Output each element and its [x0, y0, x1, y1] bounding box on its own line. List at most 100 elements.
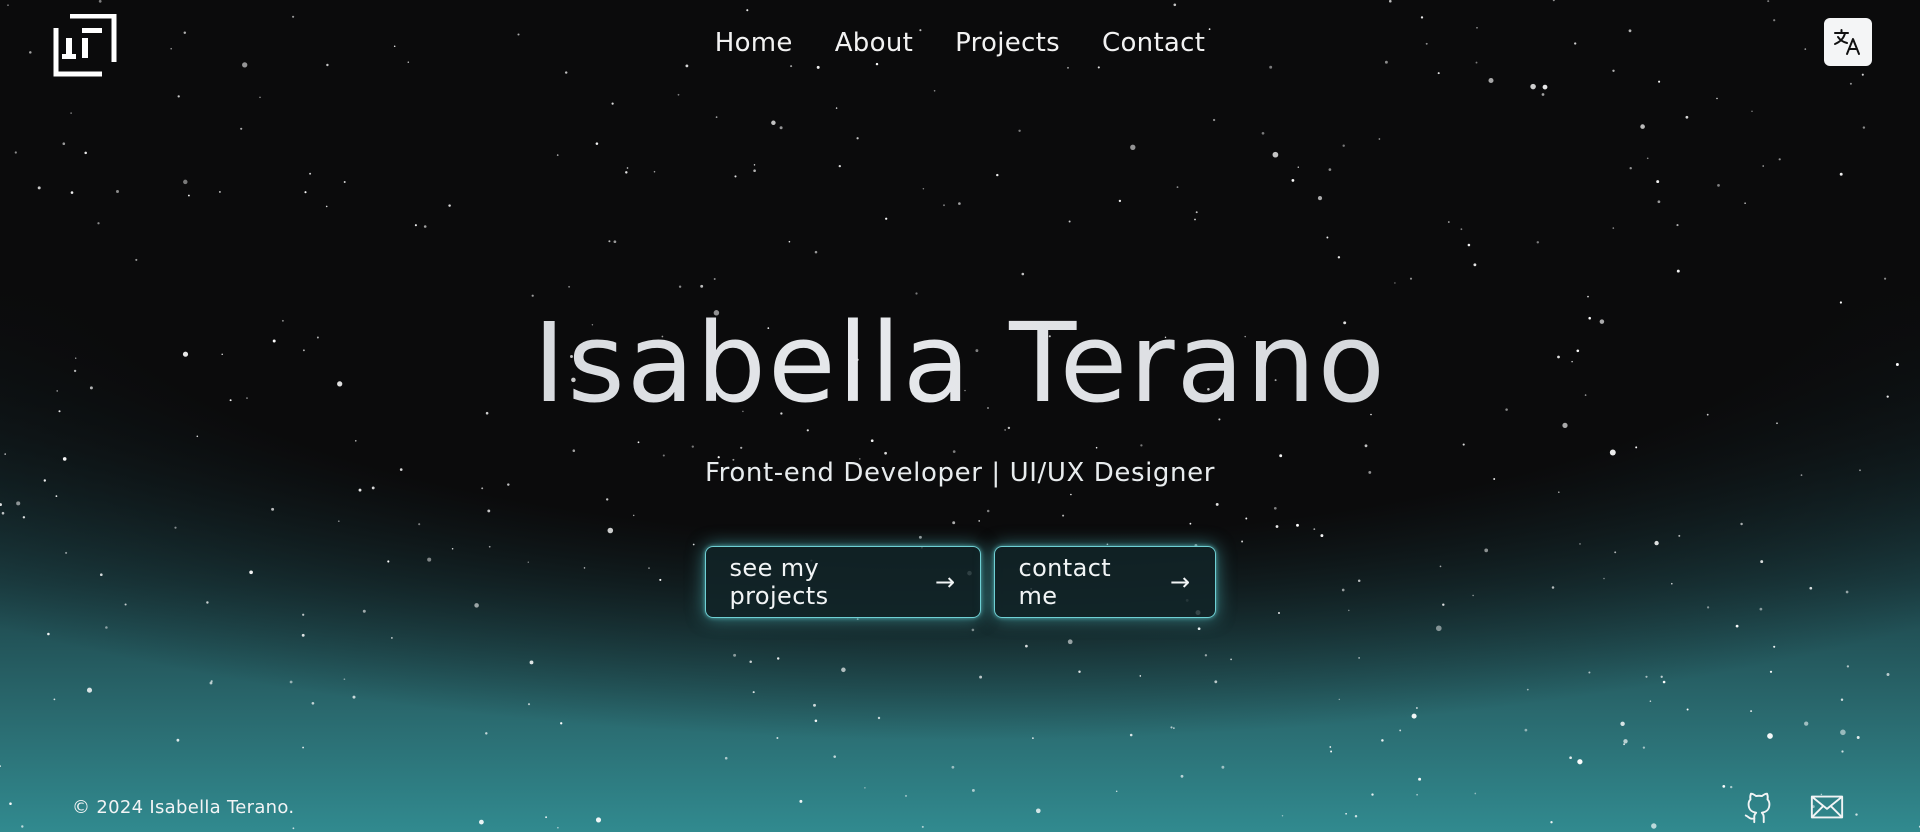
- star: [1106, 543, 1109, 546]
- star: [678, 285, 682, 288]
- nav-contact-link[interactable]: Contact: [1102, 28, 1205, 58]
- star: [856, 618, 859, 621]
- nav-projects-link[interactable]: Projects: [955, 28, 1060, 58]
- star: [1558, 491, 1560, 494]
- star: [1354, 814, 1358, 818]
- star: [1473, 263, 1477, 267]
- star: [1861, 73, 1864, 76]
- star: [1657, 200, 1661, 204]
- star: [1345, 812, 1347, 815]
- star: [1129, 733, 1133, 737]
- star: [1371, 793, 1374, 796]
- star: [1004, 429, 1006, 431]
- star: [1070, 493, 1072, 496]
- star: [1364, 444, 1368, 448]
- star: [1115, 790, 1118, 793]
- contact-me-button[interactable]: contact me →: [993, 546, 1216, 618]
- star: [1384, 60, 1388, 64]
- star: [183, 179, 188, 185]
- language-toggle-button[interactable]: [1824, 18, 1872, 66]
- star: [355, 440, 357, 442]
- star: [7, 4, 9, 6]
- star: [1170, 726, 1173, 729]
- star: [971, 788, 975, 792]
- star: [1856, 736, 1860, 739]
- star: [210, 680, 213, 683]
- star: [1007, 426, 1011, 430]
- star: [1358, 657, 1360, 659]
- star: [1097, 66, 1100, 69]
- star: [595, 142, 599, 145]
- star: [626, 167, 629, 169]
- star: [1139, 675, 1142, 677]
- star: [753, 164, 756, 166]
- star: [779, 126, 783, 130]
- star: [875, 62, 879, 66]
- star: [53, 698, 56, 701]
- star: [877, 716, 881, 720]
- star: [352, 695, 356, 699]
- star: [1330, 750, 1333, 753]
- star: [986, 509, 990, 513]
- star: [1676, 269, 1680, 273]
- star: [1409, 277, 1413, 280]
- star: [1062, 514, 1065, 517]
- star: [1068, 220, 1071, 223]
- star: [864, 787, 866, 789]
- star: [1722, 785, 1726, 788]
- star: [1686, 708, 1689, 711]
- star: [1435, 625, 1442, 632]
- star: [1221, 765, 1225, 769]
- star: [996, 173, 999, 177]
- star: [1649, 700, 1652, 702]
- star: [1776, 422, 1778, 425]
- star: [70, 112, 72, 114]
- star: [918, 535, 922, 539]
- star: [37, 186, 41, 190]
- star: [1740, 522, 1743, 526]
- star: [242, 62, 248, 68]
- star: [1569, 756, 1572, 760]
- nav-about-link[interactable]: About: [835, 28, 913, 58]
- star: [1067, 66, 1069, 69]
- star: [1730, 785, 1733, 789]
- star: [479, 819, 484, 825]
- star: [1173, 3, 1177, 7]
- star: [1642, 746, 1646, 749]
- star: [1261, 131, 1265, 135]
- star: [1542, 84, 1548, 90]
- star: [943, 204, 945, 207]
- star: [1612, 227, 1615, 229]
- star: [4, 453, 6, 455]
- star: [1804, 721, 1809, 726]
- star: [1195, 211, 1198, 214]
- star: [1716, 97, 1718, 100]
- star: [1849, 82, 1852, 85]
- star: [531, 294, 534, 297]
- star: [1173, 727, 1175, 729]
- star: [289, 680, 293, 684]
- star: [1658, 80, 1661, 83]
- star: [301, 633, 305, 637]
- see-projects-button[interactable]: see my projects →: [704, 546, 981, 618]
- nav-home-link[interactable]: Home: [715, 28, 793, 58]
- star: [740, 446, 743, 449]
- star: [1654, 540, 1659, 546]
- star: [271, 507, 275, 511]
- star: [326, 63, 329, 67]
- star: [560, 722, 563, 725]
- star: [1475, 61, 1478, 64]
- github-link[interactable]: [1740, 788, 1778, 826]
- email-link[interactable]: [1808, 788, 1846, 826]
- star: [1587, 295, 1589, 298]
- star: [816, 65, 820, 69]
- star: [841, 667, 846, 673]
- star: [1381, 739, 1384, 742]
- star: [662, 454, 665, 457]
- star: [1189, 522, 1192, 525]
- star: [653, 170, 656, 173]
- star: [196, 435, 199, 438]
- star: [904, 794, 908, 797]
- star: [608, 240, 611, 243]
- star: [1328, 168, 1332, 171]
